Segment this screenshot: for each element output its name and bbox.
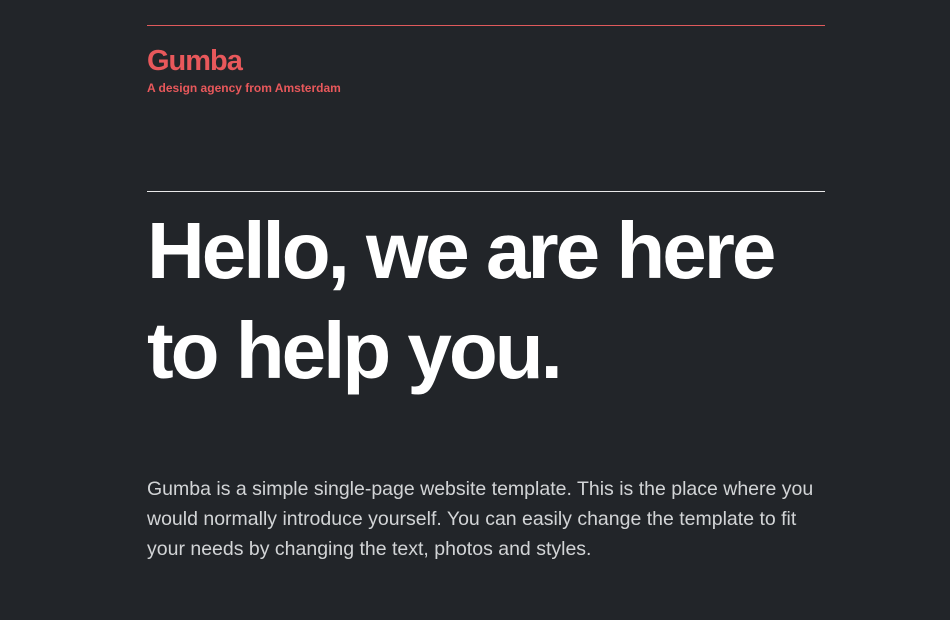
intro-paragraph: Gumba is a simple single-page website te… <box>147 478 814 560</box>
hero-divider <box>147 191 825 192</box>
brand-tagline: A design agency from Amsterdam <box>147 81 341 95</box>
page-container: Gumba A design agency from Amsterdam Hel… <box>147 0 825 620</box>
hero-heading-line-1: Hello, we are here <box>147 206 776 295</box>
brand-name[interactable]: Gumba <box>147 44 243 78</box>
top-divider <box>147 25 825 26</box>
hero-heading-line-2: to help you. <box>147 306 563 395</box>
hero-heading: Hello, we are here to help you. <box>147 201 825 401</box>
